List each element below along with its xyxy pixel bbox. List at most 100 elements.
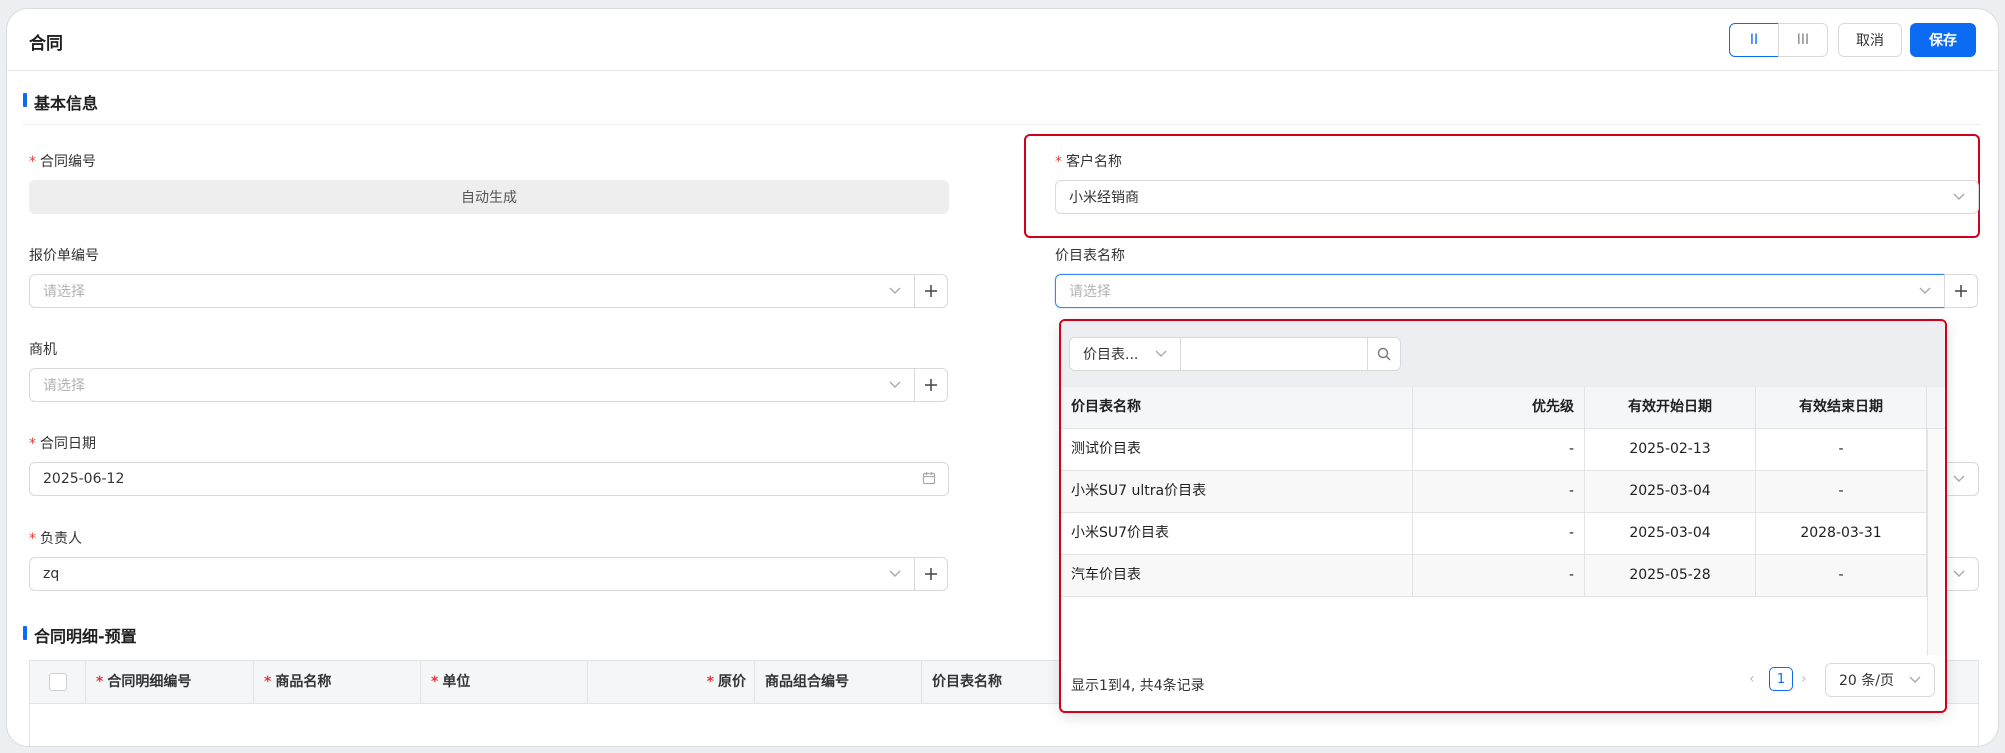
chevron-down-icon xyxy=(1919,287,1931,294)
detail-section-title: 合同明细-预置 xyxy=(23,623,137,647)
cancel-button[interactable]: 取消 xyxy=(1838,23,1902,57)
contract-date-label-text: 合同日期 xyxy=(40,436,96,452)
pricelist-row[interactable]: 小米SU7 ultra价目表 - 2025-03-04 - xyxy=(1061,471,1927,513)
prev-page-icon[interactable]: ‹ xyxy=(1749,671,1755,687)
pagination-summary: 显示1到4, 共4条记录 xyxy=(1071,678,1205,694)
search-field-select[interactable]: 价目表... xyxy=(1069,337,1181,371)
start-date-cell: 2025-05-28 xyxy=(1585,555,1756,596)
next-page-icon[interactable]: › xyxy=(1801,671,1807,687)
pricelist-placeholder: 请选择 xyxy=(1069,284,1111,300)
select-all-checkbox[interactable] xyxy=(48,673,67,691)
chevron-down-icon xyxy=(1953,475,1965,482)
quote-no-label: 报价单编号 xyxy=(29,248,99,264)
plus-icon xyxy=(1955,285,1967,297)
column-unit[interactable]: * 单位 xyxy=(421,661,588,703)
plus-icon xyxy=(925,568,937,580)
pricelist-name-cell: 汽车价目表 xyxy=(1061,555,1413,596)
basic-info-section-title: 基本信息 xyxy=(23,90,98,114)
column-original-price[interactable]: * 原价 xyxy=(588,661,755,703)
opportunity-label: 商机 xyxy=(29,342,57,358)
pricelist-name-cell: 测试价目表 xyxy=(1061,429,1413,470)
owner-select[interactable]: zq xyxy=(29,557,915,591)
page-size-value: 20 条/页 xyxy=(1839,673,1894,689)
chevron-down-icon xyxy=(889,381,901,388)
customer-label: * 客户名称 xyxy=(1055,151,1122,171)
chevron-down-icon xyxy=(1155,350,1167,357)
start-date-cell: 2025-02-13 xyxy=(1585,429,1756,470)
contract-no-field: 自动生成 xyxy=(29,180,949,214)
owner-label-text: 负责人 xyxy=(40,531,82,547)
contract-date-picker[interactable]: 2025-06-12 xyxy=(29,462,949,496)
pricelist-row[interactable]: 小米SU7价目表 - 2025-03-04 2028-03-31 xyxy=(1061,513,1927,555)
column-unit-label: 单位 xyxy=(442,674,471,690)
two-column-layout-button[interactable]: II xyxy=(1729,23,1779,57)
contract-no-label-text: 合同编号 xyxy=(40,154,96,170)
required-asterisk: * xyxy=(29,531,36,547)
calendar-icon xyxy=(922,472,936,485)
select-all-cell xyxy=(30,661,86,703)
plus-icon xyxy=(925,285,937,297)
contract-no-label: * 合同编号 xyxy=(29,151,96,171)
quote-no-select[interactable]: 请选择 xyxy=(29,274,915,308)
column-detail-no-label: 合同明细编号 xyxy=(107,674,192,690)
start-date-cell: 2025-03-04 xyxy=(1585,513,1756,554)
end-date-cell: - xyxy=(1756,471,1927,512)
pricelist-row[interactable]: 汽车价目表 - 2025-05-28 - xyxy=(1061,555,1927,597)
pricelist-dropdown: 价目表... 价目表名称 优先级 有效开始日期 有效结束日期 测试价目表 - 2… xyxy=(1059,319,1947,713)
column-product-name-label: 商品名称 xyxy=(275,674,332,690)
search-icon xyxy=(1377,347,1391,361)
chevron-down-icon xyxy=(889,287,901,294)
customer-label-text: 客户名称 xyxy=(1066,154,1122,170)
required-asterisk: * xyxy=(1055,154,1062,170)
chevron-down-icon xyxy=(1953,570,1965,577)
column-bundle-no[interactable]: 商品组合编号 xyxy=(755,661,922,703)
contract-form-window: 合同 II III 取消 保存 基本信息 * 合同编号 自动生成 报价单编号 请选… xyxy=(6,8,1999,747)
pricelist-select[interactable]: 请选择 xyxy=(1055,274,1945,308)
dropdown-scrollbar[interactable] xyxy=(1927,429,1945,655)
add-owner-button[interactable] xyxy=(914,557,948,591)
add-quote-button[interactable] xyxy=(914,274,948,308)
customer-select[interactable]: 小米经销商 xyxy=(1055,180,1979,214)
pricelist-row[interactable]: 测试价目表 - 2025-02-13 - xyxy=(1061,429,1927,471)
current-page-button[interactable]: 1 xyxy=(1769,667,1793,691)
priority-cell: - xyxy=(1413,429,1585,470)
end-date-cell: - xyxy=(1756,429,1927,470)
page-size-select[interactable]: 20 条/页 xyxy=(1825,663,1935,697)
required-asterisk: * xyxy=(96,674,104,690)
column-product-name[interactable]: * 商品名称 xyxy=(254,661,421,703)
page-title: 合同 xyxy=(29,34,63,54)
chevron-down-icon xyxy=(1909,676,1921,683)
priority-cell: - xyxy=(1413,555,1585,596)
dropdown-table-header: 价目表名称 优先级 有效开始日期 有效结束日期 xyxy=(1061,387,1945,429)
pricelist-label: 价目表名称 xyxy=(1055,248,1125,264)
add-opportunity-button[interactable] xyxy=(914,368,948,402)
chevron-down-icon xyxy=(889,570,901,577)
column-start-date[interactable]: 有效开始日期 xyxy=(1585,387,1756,428)
end-date-cell: 2028-03-31 xyxy=(1756,513,1927,554)
column-detail-no[interactable]: * 合同明细编号 xyxy=(86,661,254,703)
column-pricelist-name[interactable]: 价目表名称 xyxy=(922,661,1082,703)
required-asterisk: * xyxy=(431,674,439,690)
column-priority[interactable]: 优先级 xyxy=(1413,387,1585,428)
contract-date-value: 2025-06-12 xyxy=(43,471,125,487)
section-divider xyxy=(23,124,1981,125)
opportunity-select[interactable]: 请选择 xyxy=(29,368,915,402)
pricelist-name-cell: 小米SU7价目表 xyxy=(1061,513,1413,554)
column-end-date[interactable]: 有效结束日期 xyxy=(1756,387,1927,428)
column-pricelist-name[interactable]: 价目表名称 xyxy=(1061,387,1413,428)
save-button[interactable]: 保存 xyxy=(1910,23,1976,57)
dropdown-search-button[interactable] xyxy=(1367,337,1401,371)
required-asterisk: * xyxy=(29,154,36,170)
chevron-down-icon xyxy=(1953,193,1965,200)
dropdown-search-input[interactable] xyxy=(1180,337,1368,371)
required-asterisk: * xyxy=(264,674,272,690)
owner-label: * 负责人 xyxy=(29,528,82,548)
end-date-cell: - xyxy=(1756,555,1927,596)
three-column-layout-button[interactable]: III xyxy=(1778,23,1828,57)
opportunity-placeholder: 请选择 xyxy=(43,378,85,394)
add-pricelist-button[interactable] xyxy=(1944,274,1978,308)
column-original-price-label: 原价 xyxy=(718,674,746,690)
dropdown-search-toolbar: 价目表... xyxy=(1061,321,1945,387)
required-asterisk: * xyxy=(29,436,36,452)
required-asterisk: * xyxy=(706,674,714,690)
